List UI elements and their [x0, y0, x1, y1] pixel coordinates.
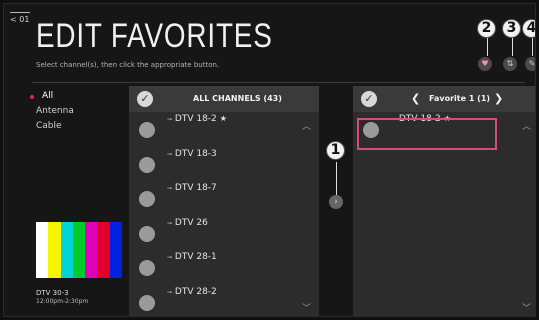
divider [32, 82, 525, 83]
channel-name: DTV 28-1 [174, 252, 217, 262]
channel-row[interactable]: ⊸ DTV 28-2 [129, 285, 319, 317]
panel-title: ALL CHANNELS (43) [193, 94, 282, 103]
antenna-icon: ⊸ [167, 116, 173, 123]
channel-list: ⊸ DTV 18-2 ★ ⊸ DTV 18-3 ⊸ DTV 18-7 ⊸ DTV 26 ⊸… [129, 112, 319, 317]
scroll-up-icon[interactable]: ︿ [302, 119, 311, 132]
edit-icon: ✎ [528, 59, 536, 68]
channel-select-checkbox[interactable] [139, 225, 155, 242]
sidebar-item-all[interactable]: All [30, 89, 124, 104]
callout-line [532, 38, 533, 56]
color-bar [60, 222, 73, 278]
preview-channel: DTV 30-3 [36, 289, 69, 297]
select-all-checkbox[interactable]: ✓ [361, 91, 377, 107]
next-group-icon[interactable]: ❯ [494, 86, 503, 112]
callout-badge: 1 [326, 141, 345, 160]
channel-label: ⊸ DTV 18-7 [167, 183, 217, 193]
channel-select-checkbox[interactable] [139, 156, 155, 173]
color-bar [85, 222, 98, 278]
sidebar-item-antenna[interactable]: Antenna [34, 104, 124, 119]
callout-line [512, 38, 513, 56]
chevron-right-icon: › [334, 197, 338, 207]
screen: < 01 EDIT FAVORITES Select channel(s), t… [3, 3, 536, 317]
antenna-icon: ⊸ [167, 219, 173, 227]
callout-badge: 3 [502, 19, 521, 38]
callout-line [487, 38, 488, 56]
reorder-button[interactable]: ⇅ [503, 57, 517, 71]
prev-group-icon[interactable]: ❮ [411, 86, 420, 112]
add-to-favorites-button[interactable]: › [329, 195, 343, 209]
heart-icon: ♥ [481, 59, 489, 68]
antenna-icon: ⊸ [167, 150, 173, 158]
channel-row[interactable]: ⊸ DTV 18-2 ★ [129, 112, 319, 147]
preview-time: 12:00pm-2:30pm [36, 298, 89, 305]
scroll-down-icon[interactable]: ﹀ [522, 301, 531, 314]
panel-header: ✓ ALL CHANNELS (43) [129, 86, 319, 112]
page-title: EDIT FAVORITES [36, 17, 273, 55]
channel-name: DTV 26 [174, 217, 208, 228]
back-button[interactable]: < 01 [10, 12, 30, 26]
antenna-icon: ⊸ [167, 254, 173, 261]
sidebar: All Antenna Cable [30, 89, 124, 134]
channel-label: ⊸ DTV 26 [167, 218, 208, 228]
channel-label: ⊸ DTV 18-3 [167, 149, 217, 159]
channel-name: DTV 18-7 [174, 183, 217, 193]
callout-badge: 2 [477, 19, 496, 38]
add-favorite-button[interactable]: ♥ [478, 57, 492, 71]
color-bar [72, 222, 86, 278]
check-icon: ✓ [140, 92, 150, 105]
channel-label: ⊸ DTV 28-1 [167, 252, 217, 262]
channel-label: ⊸ DTV 28-2 [167, 287, 217, 297]
all-channels-panel: ✓ ALL CHANNELS (43) ⊸ DTV 18-2 ★ ⊸ DTV 18-… [129, 86, 319, 317]
channel-select-checkbox[interactable] [139, 260, 155, 276]
callout-badge: 4 [522, 19, 535, 38]
antenna-icon: ⊸ [167, 288, 173, 296]
color-bar [36, 222, 49, 278]
check-icon: ✓ [364, 92, 374, 105]
page-subtitle: Select channel(s), then click the approp… [36, 61, 220, 69]
callout-line [336, 162, 337, 195]
channel-name: DTV 18-2 [174, 114, 217, 124]
selected-highlight [357, 118, 497, 150]
sidebar-item-label: Antenna [36, 106, 74, 116]
channel-row[interactable]: ⊸ DTV 26 [129, 216, 319, 251]
selected-indicator [30, 95, 34, 99]
sidebar-item-label: Cable [36, 121, 62, 131]
sidebar-item-cable[interactable]: Cable [34, 119, 124, 134]
channel-select-checkbox[interactable] [139, 122, 155, 138]
channel-select-checkbox[interactable] [139, 294, 155, 311]
scroll-down-icon[interactable]: ﹀ [302, 301, 311, 314]
color-bar [109, 222, 122, 278]
panel-title: Favorite 1 (1) [429, 94, 491, 103]
channel-name: DTV 18-3 [174, 148, 217, 159]
channel-select-checkbox[interactable] [139, 191, 155, 207]
channel-preview [36, 222, 122, 278]
channel-row[interactable]: ⊸ DTV 28-1 [129, 250, 319, 285]
antenna-icon: ⊸ [167, 185, 173, 192]
channel-label: ⊸ DTV 18-2 ★ [167, 114, 227, 124]
favorite-star-icon: ★ [219, 114, 227, 123]
edit-button[interactable]: ✎ [525, 57, 536, 71]
reorder-icon: ⇅ [506, 59, 514, 68]
channel-row[interactable]: ⊸ DTV 18-7 [129, 181, 319, 216]
sidebar-item-label: All [42, 91, 54, 101]
color-bar [97, 222, 110, 278]
scroll-up-icon[interactable]: ︿ [522, 119, 531, 132]
select-all-checkbox[interactable]: ✓ [137, 91, 153, 107]
panel-header: ✓ ❮ Favorite 1 (1) ❯ [353, 86, 535, 112]
color-bar [48, 222, 61, 278]
channel-name: DTV 28-2 [174, 286, 217, 297]
channel-row[interactable]: ⊸ DTV 18-3 [129, 147, 319, 182]
